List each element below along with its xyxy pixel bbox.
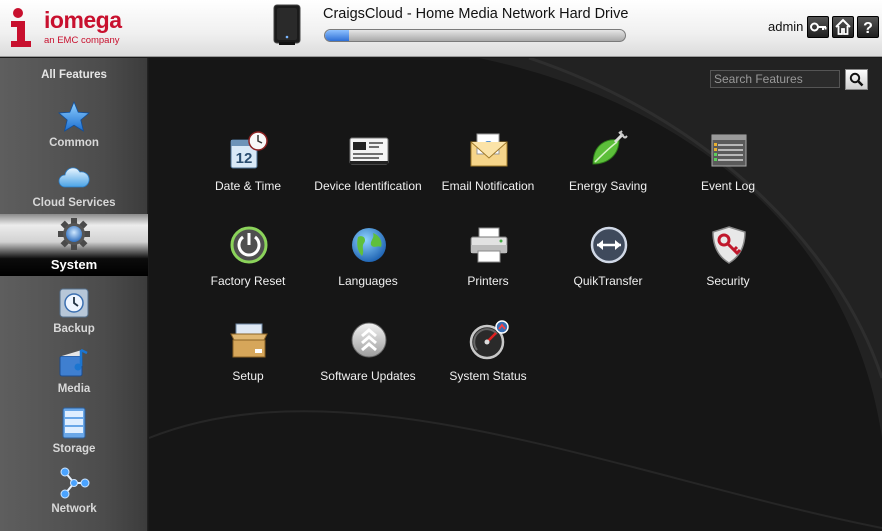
help-button[interactable]: ?: [857, 16, 879, 38]
iomega-logo[interactable]: iomega an EMC company: [8, 7, 122, 49]
header-bar: iomega an EMC company CraigsCloud - Home…: [0, 0, 882, 57]
sidebar-item-media[interactable]: Media: [0, 346, 148, 404]
printer-icon: [470, 227, 508, 263]
iomega-i-icon: [11, 8, 31, 47]
globe-icon: [352, 228, 386, 262]
calendar-clock-icon: 12: [230, 131, 268, 169]
star-icon: [57, 100, 91, 132]
log-icon: [711, 134, 747, 167]
help-icon: ?: [863, 20, 873, 36]
storage-icon: [62, 407, 86, 439]
feature-label: System Status: [449, 369, 527, 383]
feature-label: Date & Time: [214, 179, 282, 193]
sidebar-item-label: System: [50, 257, 98, 272]
feature-date-time[interactable]: 12 Date & Time: [188, 130, 308, 210]
sidebar-item-cloud-services[interactable]: Cloud Services: [0, 160, 148, 218]
svg-text:12: 12: [236, 150, 253, 167]
feature-label: Software Updates: [320, 369, 416, 383]
gear-icon: [58, 218, 90, 250]
feature-label: Device Identification: [314, 179, 422, 193]
search-features-input[interactable]: [710, 70, 840, 88]
media-icon: [59, 348, 88, 377]
capacity-progress-bar: [324, 29, 626, 42]
brand-name: iomega: [44, 7, 122, 33]
box-icon: [230, 323, 268, 358]
hard-drive-icon: [273, 4, 301, 45]
sidebar-item-label: Media: [57, 383, 91, 395]
sidebar-item-backup[interactable]: Backup: [0, 286, 148, 344]
backup-icon: [59, 288, 89, 318]
search-icon: [849, 72, 864, 87]
feature-event-log[interactable]: Event Log: [668, 130, 788, 210]
feature-label: QuikTransfer: [573, 274, 643, 288]
feature-system-status[interactable]: System Status: [428, 320, 548, 400]
cloud-icon: [58, 167, 90, 188]
svg-text:?: ?: [863, 20, 873, 36]
home-button[interactable]: [832, 16, 854, 38]
envelope-icon: @: [470, 133, 508, 167]
sidebar-item-label: Storage: [52, 443, 96, 455]
feature-label: Setup: [232, 369, 264, 383]
feature-label: Factory Reset: [210, 274, 286, 288]
sidebar-item-storage[interactable]: Storage: [0, 406, 148, 464]
home-icon: [835, 18, 851, 35]
feature-panel: 12 Date & Time Device Identification @ E…: [149, 58, 882, 531]
feature-energy-saving[interactable]: Energy Saving: [548, 130, 668, 210]
feature-software-updates[interactable]: Software Updates: [308, 320, 428, 400]
sidebar-item-label: Backup: [53, 323, 95, 335]
feature-device-identification[interactable]: Device Identification: [308, 130, 428, 210]
sidebar-item-label: Network: [51, 503, 97, 515]
user-label: admin: [768, 19, 804, 34]
feature-label: Printers: [467, 274, 509, 288]
feature-printers[interactable]: Printers: [428, 225, 548, 305]
sidebar-item-label: Cloud Services: [32, 197, 116, 209]
sidebar-item-network[interactable]: Network: [0, 466, 148, 524]
feature-security[interactable]: Security: [668, 225, 788, 305]
device-title: CraigsCloud - Home Media Network Hard Dr…: [323, 6, 629, 22]
feature-email-notification[interactable]: @ Email Notification: [428, 130, 548, 210]
network-icon: [60, 467, 90, 499]
brand-tagline: an EMC company: [44, 35, 120, 46]
feature-quiktransfer[interactable]: QuikTransfer: [548, 225, 668, 305]
feature-label: Energy Saving: [568, 179, 648, 193]
key-icon: [810, 22, 827, 32]
feature-label: Languages: [338, 274, 398, 288]
sidebar: All Features Common Cloud Services Syste…: [0, 58, 148, 531]
id-card-icon: [349, 137, 389, 165]
capacity-progress-fill: [325, 30, 349, 41]
update-chevrons-icon: [351, 322, 387, 358]
feature-setup[interactable]: Setup: [188, 320, 308, 400]
feature-languages[interactable]: Languages: [308, 225, 428, 305]
sidebar-item-label: Common: [49, 137, 99, 149]
logout-button[interactable]: [807, 16, 829, 38]
feature-label: Event Log: [700, 179, 756, 193]
power-reset-icon: [230, 226, 268, 264]
gauge-icon: [469, 320, 509, 360]
feature-factory-reset[interactable]: Factory Reset: [188, 225, 308, 305]
shield-key-icon: [712, 226, 746, 264]
sidebar-item-common[interactable]: Common: [0, 100, 148, 158]
all-features-link[interactable]: All Features: [0, 69, 148, 81]
transfer-arrows-icon: [590, 226, 628, 264]
leaf-plug-icon: [592, 130, 628, 165]
sidebar-item-system[interactable]: System: [0, 214, 148, 276]
feature-label: Email Notification: [441, 179, 535, 193]
feature-label: Security: [706, 274, 750, 288]
search-button[interactable]: [845, 69, 868, 90]
